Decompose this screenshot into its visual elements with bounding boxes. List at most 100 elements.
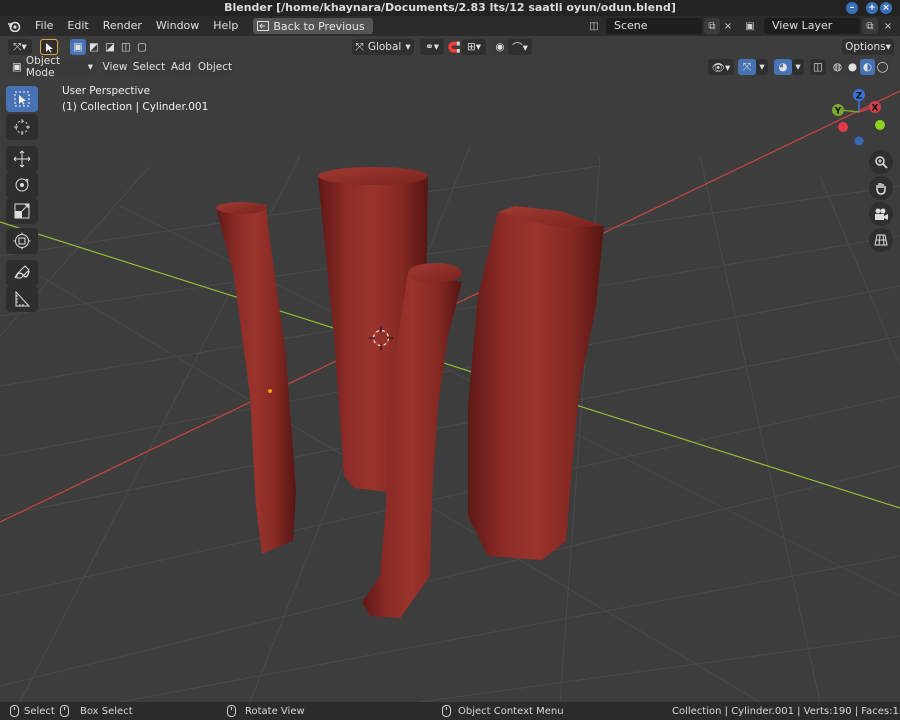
navigation-gizmo[interactable]: Z X Y	[830, 86, 890, 146]
3d-viewport[interactable]: ⤧▾ ▣ ◩ ◪ ◫ ▢ ⤧ Global ▾ ⚭▾ 🧲 ⊞▾ ◉ ⌒▾ Opti…	[0, 36, 900, 702]
proportional-edit-button[interactable]: ◉	[492, 39, 508, 55]
shading-material-button[interactable]: ◐	[860, 59, 875, 75]
editor-type-button[interactable]: ⤧▾	[8, 39, 32, 55]
select-box-icon	[14, 91, 30, 107]
proportional-falloff-dropdown[interactable]: ⌒▾	[508, 39, 532, 55]
tool-annotate[interactable]	[6, 260, 38, 286]
gizmo-dropdown[interactable]: ▾	[756, 59, 768, 75]
scene-canvas[interactable]	[0, 36, 900, 702]
select-mode-subtract-button[interactable]: ◪	[102, 39, 118, 55]
viewport-perspective-label: User Perspective	[62, 85, 151, 97]
select-mode-new-button[interactable]: ▣	[70, 39, 86, 55]
scene-remove-icon[interactable]: ×	[720, 18, 736, 34]
view-layer-field[interactable]: View Layer	[764, 18, 860, 34]
tool-cursor[interactable]	[6, 114, 38, 140]
overlays-dropdown[interactable]: ▾	[792, 59, 804, 75]
camera-view-button[interactable]	[869, 202, 893, 226]
gizmo-x-label: X	[872, 104, 879, 114]
minimize-icon[interactable]: –	[846, 2, 858, 14]
window-titlebar: Blender [/home/khaynara/Documents/2.83 l…	[0, 0, 900, 16]
view-layer-remove-icon[interactable]: ×	[880, 18, 896, 34]
cursor-arrow-icon	[45, 42, 53, 52]
transform-icon	[13, 232, 31, 250]
gizmo-neg-y[interactable]	[875, 120, 885, 130]
floor-grid	[0, 145, 900, 702]
select-mode-extend-button[interactable]: ◩	[86, 39, 102, 55]
status-box-select-label: Box Select	[80, 705, 133, 717]
view-layer-new-icon[interactable]: ⧉	[862, 18, 878, 34]
gizmo-toggle-button[interactable]: ⤧	[738, 59, 756, 75]
transform-orientation-dropdown[interactable]: ⤧ Global ▾	[352, 39, 414, 55]
select-mode-difference-button[interactable]: ◫	[118, 39, 134, 55]
snap-target-dropdown[interactable]: ⊞▾	[462, 39, 486, 55]
tool-scale[interactable]	[6, 198, 38, 224]
camera-icon	[875, 208, 888, 220]
snap-toggle-button[interactable]: 🧲	[446, 39, 462, 55]
overlays-toggle-button[interactable]: ◕	[774, 59, 792, 75]
menu-help[interactable]: Help	[206, 16, 245, 36]
menu-object[interactable]: Object	[197, 59, 233, 75]
menu-render[interactable]: Render	[96, 16, 149, 36]
gizmo-neg-z[interactable]	[854, 136, 864, 146]
scene-new-icon[interactable]: ⧉	[704, 18, 720, 34]
status-select-label: Select	[24, 705, 55, 717]
viewport-header-tools: ⤧▾ ▣ ◩ ◪ ◫ ▢ ⤧ Global ▾ ⚭▾ 🧲 ⊞▾ ◉ ⌒▾ Opti…	[0, 36, 900, 58]
rotate-icon	[15, 178, 29, 192]
viewport-collection-label: (1) Collection | Cylinder.001	[62, 101, 209, 113]
menu-select-label: Select	[132, 61, 166, 73]
move-icon	[13, 150, 31, 168]
shading-rendered-button[interactable]: ◯	[875, 59, 890, 75]
status-context-menu-label: Object Context Menu	[458, 705, 564, 717]
select-tool-button[interactable]	[40, 39, 58, 55]
window-title: Blender [/home/khaynara/Documents/2.83 l…	[224, 1, 676, 14]
blender-logo-icon[interactable]	[0, 20, 28, 32]
menu-add[interactable]: Add	[168, 59, 194, 75]
projection-toggle-button[interactable]	[869, 228, 893, 252]
view-layer-browse-icon[interactable]: ▣	[742, 18, 758, 34]
gizmo-z-label: Z	[856, 92, 863, 102]
menu-add-label: Add	[170, 61, 192, 73]
maximize-icon[interactable]: +	[866, 2, 878, 14]
select-mode-intersect-button[interactable]: ▢	[134, 39, 150, 55]
hand-icon	[876, 183, 886, 195]
options-dropdown[interactable]: Options ▾	[842, 39, 894, 55]
status-rotate-view: Rotate View	[227, 702, 305, 720]
mouse-middle-icon	[227, 705, 236, 717]
menu-window[interactable]: Window	[149, 16, 206, 36]
scene-browse-icon[interactable]: ◫	[586, 18, 602, 34]
orientation-value: Global	[367, 41, 402, 53]
gizmo-y-label: Y	[834, 107, 842, 117]
visibility-dropdown[interactable]: 👁▾	[708, 59, 734, 75]
orientation-icon: ⤧	[355, 40, 364, 53]
close-icon[interactable]: ×	[880, 2, 892, 14]
gizmo-neg-x[interactable]	[838, 122, 848, 132]
scene-stats: Collection | Cylinder.001 | Verts:190 | …	[672, 705, 900, 717]
mouse-left-icon	[10, 705, 19, 717]
back-to-previous-button[interactable]: Back to Previous	[253, 18, 373, 34]
object-mode-dropdown[interactable]: ▣ Object Mode ▾	[8, 55, 96, 79]
xray-toggle-button[interactable]: ◫	[810, 59, 826, 75]
tool-transform[interactable]	[6, 228, 38, 254]
menu-view[interactable]: View	[101, 59, 129, 75]
tool-select-box[interactable]	[6, 86, 38, 112]
tool-move[interactable]	[6, 146, 38, 172]
status-bar: Select Box Select Rotate View Object Con…	[0, 702, 900, 720]
tool-measure[interactable]	[6, 286, 38, 312]
pan-button[interactable]	[869, 176, 893, 200]
menu-file[interactable]: File	[28, 16, 60, 36]
view-layer-value: View Layer	[772, 19, 833, 32]
menu-select[interactable]: Select	[132, 59, 166, 75]
tool-rotate[interactable]	[6, 172, 38, 198]
measure-icon	[15, 290, 31, 307]
zoom-button[interactable]	[869, 150, 893, 174]
chevron-down-icon: ▾	[405, 41, 411, 53]
back-to-previous-label: Back to Previous	[273, 19, 365, 33]
scene-field[interactable]: Scene	[606, 18, 702, 34]
menu-edit[interactable]: Edit	[60, 16, 95, 36]
shading-solid-button[interactable]: ●	[845, 59, 860, 75]
chevron-down-icon: ▾	[87, 61, 93, 73]
shading-wireframe-button[interactable]: ◍	[830, 59, 845, 75]
back-icon	[257, 21, 270, 31]
zoom-icon	[875, 156, 888, 169]
pivot-point-dropdown[interactable]: ⚭▾	[420, 39, 444, 55]
